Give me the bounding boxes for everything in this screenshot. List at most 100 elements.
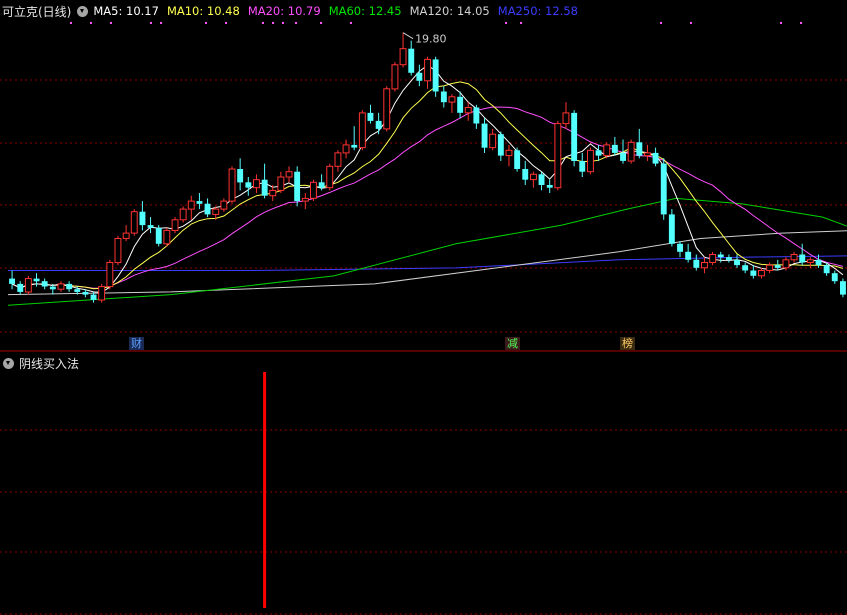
candle-body xyxy=(33,278,40,282)
candle-body xyxy=(106,262,114,288)
candle xyxy=(237,158,244,191)
marker-dot xyxy=(160,22,162,24)
candle-body xyxy=(74,289,81,292)
candle-body xyxy=(269,189,277,197)
candle xyxy=(432,56,439,97)
candle xyxy=(9,270,15,290)
candle-body xyxy=(530,173,537,181)
marker-dot xyxy=(505,22,507,24)
candle-body xyxy=(204,203,211,215)
candle xyxy=(627,139,635,164)
candle-body xyxy=(693,259,700,268)
candle xyxy=(742,262,749,274)
candle-body xyxy=(358,112,366,149)
candle xyxy=(481,118,488,153)
ma-label-ma5: MA5: 10.17 xyxy=(93,4,159,18)
chevron-down-icon[interactable] xyxy=(3,357,14,369)
badge-jiancheng[interactable]: 减 xyxy=(505,337,520,350)
buy-signal-bar xyxy=(263,372,267,608)
indicator-panel[interactable]: 阴线买入法 xyxy=(0,352,847,615)
candlestick-chart[interactable]: 19.80 xyxy=(0,0,847,352)
candle xyxy=(522,160,529,186)
candle-body xyxy=(522,169,529,180)
candle xyxy=(294,166,301,207)
candle xyxy=(334,150,342,172)
candle-body xyxy=(685,251,692,260)
candle-body xyxy=(196,201,203,204)
candle-body xyxy=(122,232,130,239)
candle xyxy=(408,40,415,76)
price-chart-panel[interactable]: 可立克(日线) MA5: 10.17 MA10: 10.48 MA20: 10.79… xyxy=(0,0,847,352)
candle xyxy=(579,152,586,177)
candle-body xyxy=(228,168,236,202)
candle-body xyxy=(351,144,358,148)
candle xyxy=(171,217,179,234)
candle-body xyxy=(220,200,228,210)
candle-body xyxy=(82,291,89,295)
candle xyxy=(701,257,708,274)
badge-bang[interactable]: 榜 xyxy=(620,337,635,350)
candle xyxy=(228,166,236,204)
candle-body xyxy=(448,96,456,103)
candle xyxy=(717,251,724,263)
candle-body xyxy=(416,72,423,81)
candle xyxy=(554,120,562,191)
candle xyxy=(98,283,106,303)
candle xyxy=(261,163,268,199)
badge-cai[interactable]: 财 xyxy=(129,337,144,350)
candle-body xyxy=(147,225,154,228)
candle-body xyxy=(391,64,399,90)
candle-body xyxy=(603,144,611,157)
candle-body xyxy=(41,281,48,287)
candle-body xyxy=(318,182,325,188)
indicator-title: 阴线买入法 xyxy=(19,356,80,371)
candle-body xyxy=(505,149,513,157)
candle xyxy=(840,278,846,298)
candle xyxy=(220,198,228,212)
candle xyxy=(24,275,32,295)
candle-body xyxy=(187,200,195,210)
candle xyxy=(358,110,366,151)
candle xyxy=(603,142,611,159)
candle-body xyxy=(301,197,309,202)
candle xyxy=(310,179,317,202)
candle-body xyxy=(237,169,244,183)
indicator-chart[interactable] xyxy=(0,352,847,615)
candle-body xyxy=(432,59,439,92)
candle xyxy=(758,267,765,279)
candle-body xyxy=(399,48,407,66)
candle-body xyxy=(668,214,675,244)
marker-dot xyxy=(110,22,112,24)
candle xyxy=(497,131,504,161)
candle xyxy=(277,171,285,194)
candle-body xyxy=(636,142,643,156)
candle xyxy=(163,227,171,247)
candle-body xyxy=(326,165,334,189)
candle xyxy=(652,147,659,167)
candle xyxy=(245,177,252,196)
marker-dot xyxy=(800,22,802,24)
marker-dot xyxy=(90,22,92,24)
candle-body xyxy=(815,259,822,266)
candle xyxy=(530,171,537,188)
candle xyxy=(726,254,732,263)
candle xyxy=(17,281,24,295)
candle-body xyxy=(717,254,724,258)
candle-body xyxy=(163,229,171,245)
candle xyxy=(416,64,423,87)
ma-legend: MA5: 10.17 MA10: 10.48 MA20: 10.79 MA60: 12… xyxy=(93,4,586,18)
candle-body xyxy=(464,107,472,114)
candle xyxy=(367,104,374,124)
candle xyxy=(448,94,456,113)
candle xyxy=(636,128,643,159)
chevron-down-icon[interactable] xyxy=(77,5,89,17)
marker-dot xyxy=(272,22,274,24)
marker-dot xyxy=(205,22,207,24)
candle-body xyxy=(114,238,122,264)
candle-body xyxy=(440,91,447,103)
candle-body xyxy=(98,286,106,301)
candle-body xyxy=(799,254,806,263)
candle-body xyxy=(334,152,342,167)
candle-body xyxy=(514,150,521,169)
candle-body xyxy=(726,257,732,260)
